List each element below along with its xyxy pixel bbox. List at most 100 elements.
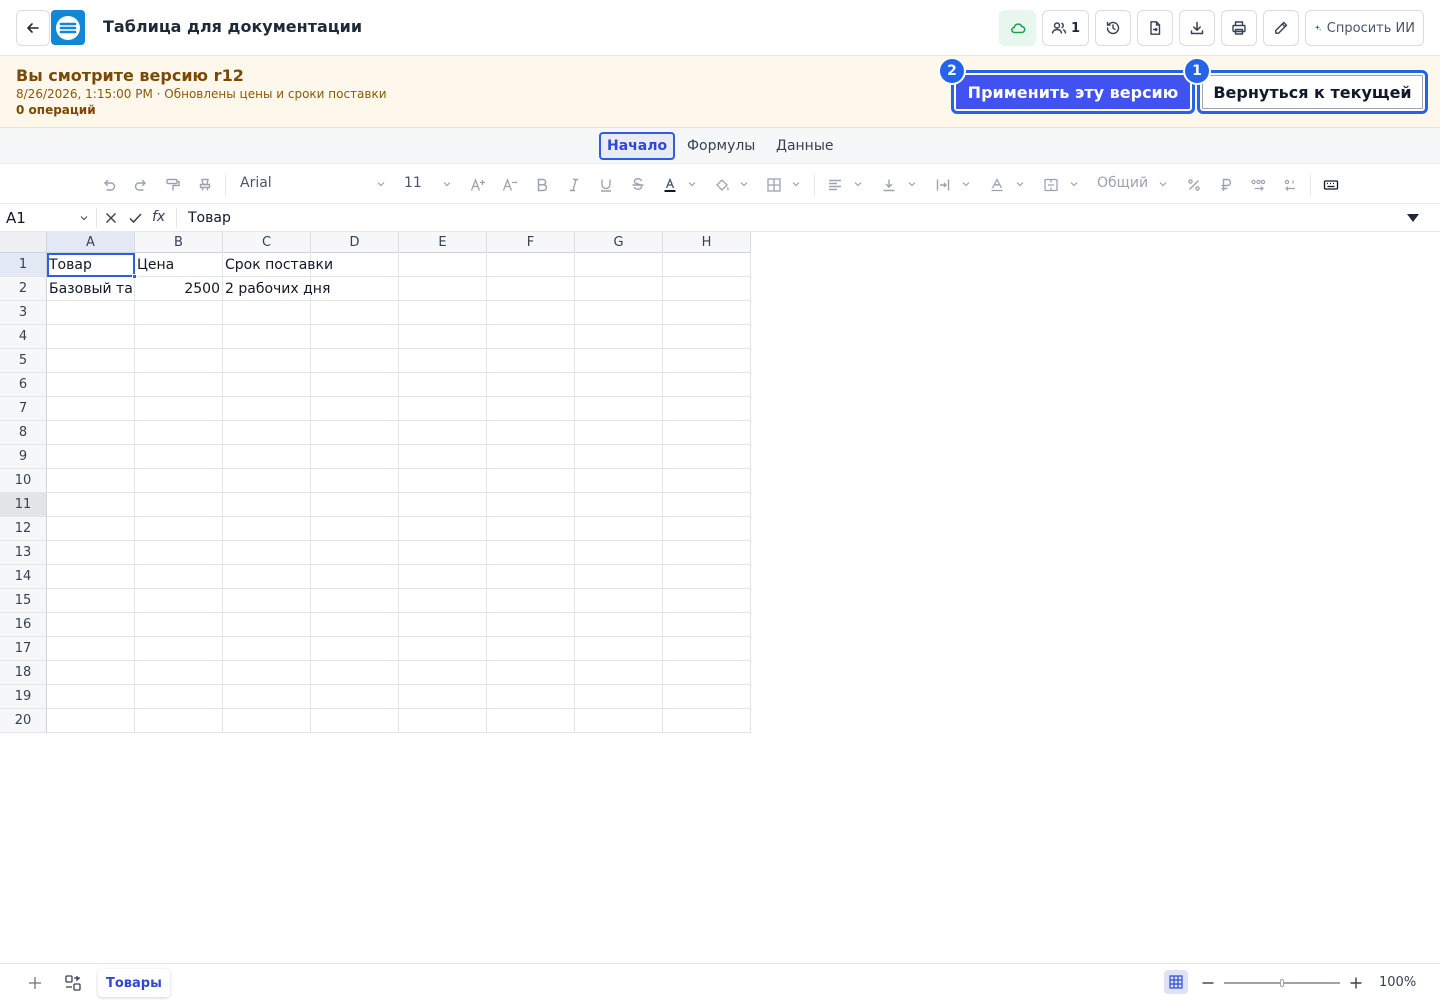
- cell-e17[interactable]: [399, 637, 487, 661]
- cell-a6[interactable]: [47, 373, 135, 397]
- cell-e14[interactable]: [399, 565, 487, 589]
- row-header-14[interactable]: 14: [0, 565, 47, 589]
- cell-g19[interactable]: [575, 685, 663, 709]
- column-header-c[interactable]: C: [223, 232, 311, 253]
- cell-d1[interactable]: [311, 253, 399, 277]
- cell-a18[interactable]: [47, 661, 135, 685]
- cell-g13[interactable]: [575, 541, 663, 565]
- cell-d15[interactable]: [311, 589, 399, 613]
- cell-e4[interactable]: [399, 325, 487, 349]
- merge-cells-button[interactable]: [1042, 176, 1060, 194]
- cell-b6[interactable]: [135, 373, 223, 397]
- cell-d20[interactable]: [311, 709, 399, 733]
- undo-button[interactable]: [100, 176, 118, 194]
- cell-e2[interactable]: [399, 277, 487, 301]
- cell-d7[interactable]: [311, 397, 399, 421]
- cell-d11[interactable]: [311, 493, 399, 517]
- cell-b17[interactable]: [135, 637, 223, 661]
- cell-e12[interactable]: [399, 517, 487, 541]
- row-header-5[interactable]: 5: [0, 349, 47, 373]
- cell-g17[interactable]: [575, 637, 663, 661]
- cell-b8[interactable]: [135, 421, 223, 445]
- cell-d16[interactable]: [311, 613, 399, 637]
- cell-c2[interactable]: 2 рабочих дня: [223, 277, 330, 301]
- cell-h18[interactable]: [663, 661, 751, 685]
- cell-f15[interactable]: [487, 589, 575, 613]
- cell-a11[interactable]: [47, 493, 135, 517]
- cloud-sync-status[interactable]: [999, 10, 1036, 46]
- cell-a17[interactable]: [47, 637, 135, 661]
- edit-button[interactable]: [1263, 10, 1299, 46]
- sheet-list-icon[interactable]: [64, 974, 82, 992]
- cell-b16[interactable]: [135, 613, 223, 637]
- cell-h10[interactable]: [663, 469, 751, 493]
- increase-font-button[interactable]: [469, 176, 487, 194]
- row-header-7[interactable]: 7: [0, 397, 47, 421]
- cell-c20[interactable]: [223, 709, 311, 733]
- cell-g9[interactable]: [575, 445, 663, 469]
- cell-b9[interactable]: [135, 445, 223, 469]
- row-header-6[interactable]: 6: [0, 373, 47, 397]
- cell-h8[interactable]: [663, 421, 751, 445]
- cell-h15[interactable]: [663, 589, 751, 613]
- cell-b13[interactable]: [135, 541, 223, 565]
- collaborators-button[interactable]: 1: [1042, 10, 1089, 46]
- cell-a15[interactable]: [47, 589, 135, 613]
- row-header-19[interactable]: 19: [0, 685, 47, 709]
- cell-a12[interactable]: [47, 517, 135, 541]
- cell-g10[interactable]: [575, 469, 663, 493]
- cell-a9[interactable]: [47, 445, 135, 469]
- cell-c17[interactable]: [223, 637, 311, 661]
- confirm-edit-icon[interactable]: [128, 211, 143, 225]
- cell-f9[interactable]: [487, 445, 575, 469]
- cell-d4[interactable]: [311, 325, 399, 349]
- fill-color-button[interactable]: [713, 176, 731, 194]
- cell-e11[interactable]: [399, 493, 487, 517]
- cell-f2[interactable]: [487, 277, 575, 301]
- cell-f18[interactable]: [487, 661, 575, 685]
- cell-a7[interactable]: [47, 397, 135, 421]
- cell-e1[interactable]: [399, 253, 487, 277]
- cell-g12[interactable]: [575, 517, 663, 541]
- cell-h12[interactable]: [663, 517, 751, 541]
- cell-g15[interactable]: [575, 589, 663, 613]
- import-button[interactable]: [1137, 10, 1173, 46]
- row-header-20[interactable]: 20: [0, 709, 47, 733]
- cell-g11[interactable]: [575, 493, 663, 517]
- cell-h16[interactable]: [663, 613, 751, 637]
- column-header-g[interactable]: G: [575, 232, 663, 253]
- cell-h5[interactable]: [663, 349, 751, 373]
- cell-c19[interactable]: [223, 685, 311, 709]
- cell-a20[interactable]: [47, 709, 135, 733]
- cell-d9[interactable]: [311, 445, 399, 469]
- row-header-4[interactable]: 4: [0, 325, 47, 349]
- expand-formula-icon[interactable]: [1406, 212, 1420, 224]
- cell-b18[interactable]: [135, 661, 223, 685]
- cell-h20[interactable]: [663, 709, 751, 733]
- cell-f12[interactable]: [487, 517, 575, 541]
- cell-c9[interactable]: [223, 445, 311, 469]
- cell-g4[interactable]: [575, 325, 663, 349]
- cell-f11[interactable]: [487, 493, 575, 517]
- row-header-16[interactable]: 16: [0, 613, 47, 637]
- cell-b14[interactable]: [135, 565, 223, 589]
- text-wrap-button[interactable]: [934, 176, 952, 194]
- cell-g3[interactable]: [575, 301, 663, 325]
- row-header-8[interactable]: 8: [0, 421, 47, 445]
- cell-b1[interactable]: Цена: [135, 253, 223, 277]
- fill-handle[interactable]: [132, 274, 137, 279]
- column-header-b[interactable]: B: [135, 232, 223, 253]
- cell-a16[interactable]: [47, 613, 135, 637]
- decrease-font-button[interactable]: [501, 176, 519, 194]
- cell-c15[interactable]: [223, 589, 311, 613]
- revert-to-current-button[interactable]: Вернуться к текущей: [1197, 70, 1428, 114]
- cell-h14[interactable]: [663, 565, 751, 589]
- cell-h6[interactable]: [663, 373, 751, 397]
- column-header-a[interactable]: A: [47, 232, 135, 253]
- vertical-align-button[interactable]: [880, 176, 898, 194]
- cell-a1[interactable]: Товар: [47, 253, 135, 277]
- cell-g20[interactable]: [575, 709, 663, 733]
- tab-home[interactable]: Начало: [599, 132, 676, 160]
- row-header-12[interactable]: 12: [0, 517, 47, 541]
- cell-h2[interactable]: [663, 277, 751, 301]
